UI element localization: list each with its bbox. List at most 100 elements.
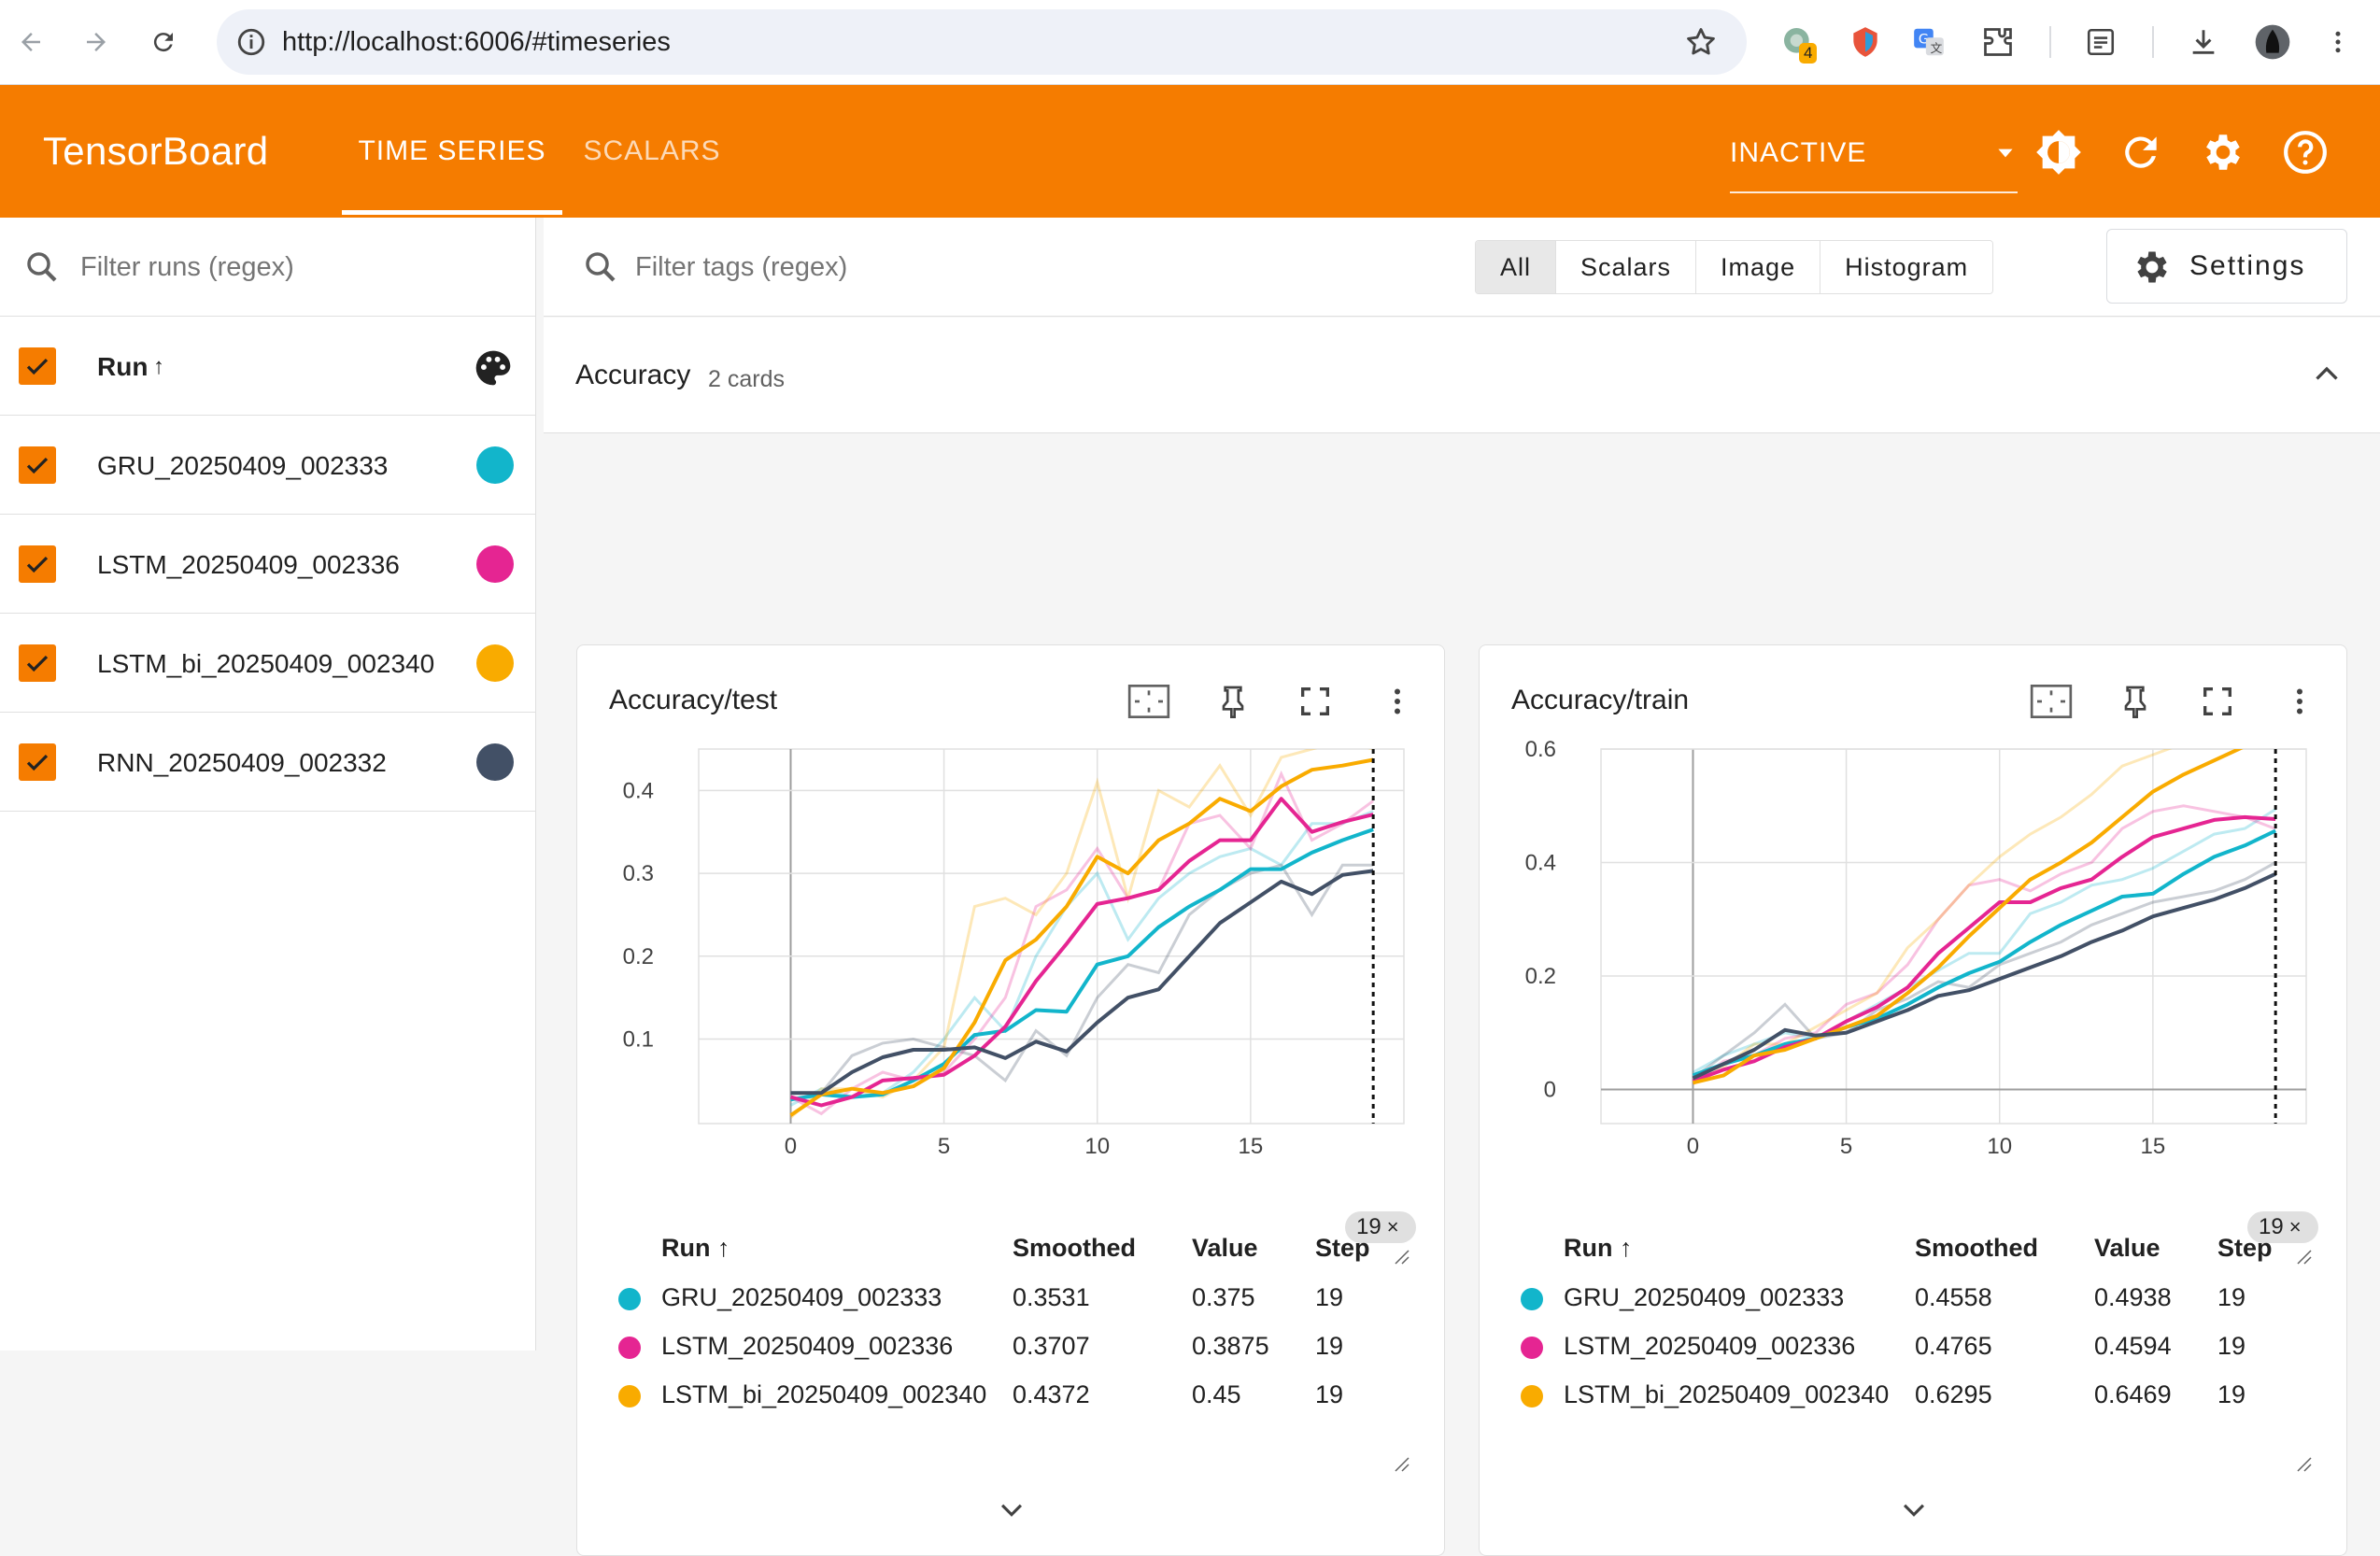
run-column-header[interactable]: Run <box>97 318 148 416</box>
resize-handle-icon[interactable] <box>2294 1454 2313 1473</box>
browser-menu-icon[interactable] <box>2315 19 2361 65</box>
tab-time-series[interactable]: TIME SERIES <box>342 85 562 218</box>
run-checkbox[interactable] <box>19 743 56 781</box>
extensions-puzzle-icon[interactable] <box>1975 19 2021 65</box>
resize-handle-icon[interactable] <box>2294 1247 2313 1266</box>
fit-domain-icon[interactable] <box>2027 677 2075 726</box>
legend-row: LSTM_bi_20250409_002340 0.4372 0.45 19 <box>577 1370 1446 1419</box>
fullscreen-icon[interactable] <box>1291 677 1339 726</box>
filter-all-button[interactable]: All <box>1476 241 1557 293</box>
plugin-select-value: INACTIVE <box>1730 137 1867 168</box>
extension-badge-icon[interactable]: 4 <box>1775 19 1821 65</box>
plugin-select-dropdown[interactable]: INACTIVE <box>1730 113 2018 193</box>
select-all-checkbox[interactable] <box>19 347 56 385</box>
legend-smoothed-value: 0.4372 <box>1013 1380 1090 1408</box>
site-info-icon[interactable] <box>235 26 267 58</box>
run-checkbox[interactable] <box>19 446 56 484</box>
url-text: http://localhost:6006/#timeseries <box>282 27 671 57</box>
close-icon[interactable]: × <box>1387 1215 1399 1238</box>
run-row[interactable]: LSTM_bi_20250409_002340 <box>0 615 536 713</box>
run-color-swatch[interactable] <box>476 743 514 781</box>
tab-scalars[interactable]: SCALARS <box>577 85 727 218</box>
shield-extension-icon[interactable] <box>1842 19 1889 65</box>
line-chart[interactable]: 0 5 10 15 0.1 0.2 0.3 0.4 <box>577 735 1446 1221</box>
more-options-icon[interactable] <box>2275 677 2324 726</box>
chevron-down-icon[interactable] <box>1891 1486 1937 1533</box>
card-title: Accuracy/test <box>609 685 778 715</box>
palette-icon[interactable] <box>473 347 514 393</box>
profile-avatar[interactable] <box>2249 19 2296 65</box>
group-card-count: 2 cards <box>708 366 785 392</box>
toolbar-divider <box>2152 26 2154 58</box>
legend-row: LSTM_bi_20250409_002340 0.6295 0.6469 19 <box>1480 1370 2348 1419</box>
legend-step-value: 19 <box>1315 1332 1344 1360</box>
address-bar[interactable]: http://localhost:6006/#timeseries <box>217 9 1747 75</box>
runs-sidebar: Filter runs (regex) Run ↑ GRU_20250409_0… <box>0 218 536 1351</box>
legend-run-name: LSTM_bi_20250409_002340 <box>1564 1380 1890 1408</box>
run-row[interactable]: LSTM_20250409_002336 <box>0 516 536 614</box>
fullscreen-icon[interactable] <box>2193 677 2242 726</box>
run-filter-input[interactable]: Filter runs (regex) <box>0 218 536 317</box>
card-group-header[interactable]: Accuracy 2 cards <box>544 318 2380 433</box>
pin-icon[interactable] <box>2111 677 2160 726</box>
main-content: Filter tags (regex) All Scalars Image Hi… <box>544 218 2380 1556</box>
runs-header-row: Run ↑ <box>0 318 536 416</box>
run-row[interactable]: GRU_20250409_002333 <box>0 417 536 515</box>
reload-page-icon[interactable] <box>140 19 187 65</box>
settings-gear-icon[interactable] <box>2197 126 2249 178</box>
run-checkbox[interactable] <box>19 644 56 682</box>
chevron-up-icon[interactable] <box>2303 351 2350 398</box>
x-tick-label: 5 <box>1840 1134 1852 1159</box>
legend-run-header[interactable]: Run ↑ <box>661 1224 730 1271</box>
fit-domain-icon[interactable] <box>1125 677 1173 726</box>
pin-icon[interactable] <box>1209 677 1257 726</box>
search-icon <box>581 248 620 291</box>
series-group <box>789 749 1375 1119</box>
legend-color-dot <box>618 1288 641 1310</box>
refresh-icon[interactable] <box>2115 126 2167 178</box>
run-color-swatch[interactable] <box>476 644 514 682</box>
filter-scalars-button[interactable]: Scalars <box>1556 241 1697 293</box>
more-options-icon[interactable] <box>1373 677 1422 726</box>
x-tick-label: 5 <box>938 1134 950 1159</box>
back-icon[interactable] <box>7 19 54 65</box>
filter-histogram-button[interactable]: Histogram <box>1820 241 1993 293</box>
settings-gear-icon <box>2132 247 2173 292</box>
x-tick-label: 0 <box>785 1134 797 1159</box>
close-icon[interactable]: × <box>2289 1215 2302 1238</box>
y-tick-label: 0.1 <box>623 1027 654 1053</box>
download-icon[interactable] <box>2180 19 2227 65</box>
tag-filter-bar: Filter tags (regex) All Scalars Image Hi… <box>544 218 2380 317</box>
legend-smoothed-header: Smoothed <box>1915 1234 2038 1262</box>
resize-handle-icon[interactable] <box>1392 1247 1410 1266</box>
browser-toolbar: http://localhost:6006/#timeseries 4 G文 <box>0 0 2380 85</box>
legend-run-name: LSTM_bi_20250409_002340 <box>661 1380 987 1408</box>
settings-button-label: Settings <box>2189 250 2306 281</box>
run-row[interactable]: RNN_20250409_002332 <box>0 714 536 812</box>
chevron-down-icon[interactable] <box>988 1486 1035 1533</box>
run-checkbox[interactable] <box>19 545 56 583</box>
legend-color-dot <box>1521 1288 1543 1310</box>
y-tick-label: 0.6 <box>1525 737 1556 762</box>
y-tick-label: 0.2 <box>623 944 654 969</box>
app-header: TensorBoard TIME SERIES SCALARS INACTIVE <box>0 85 2380 218</box>
legend-run-header[interactable]: Run ↑ <box>1564 1224 1633 1271</box>
line-chart[interactable]: 0 5 10 15 0 0.2 0.4 0.6 <box>1480 735 2348 1221</box>
theme-brightness-icon[interactable] <box>2033 126 2085 178</box>
run-color-swatch[interactable] <box>476 446 514 484</box>
forward-icon[interactable] <box>73 19 120 65</box>
legend-raw-value: 0.45 <box>1192 1380 1241 1408</box>
translate-extension-icon[interactable]: G文 <box>1905 19 1952 65</box>
bookmark-star-icon[interactable] <box>1683 24 1719 60</box>
help-icon[interactable] <box>2279 126 2331 178</box>
legend-color-dot <box>618 1385 641 1407</box>
active-tab-indicator <box>342 210 562 215</box>
legend-smoothed-header: Smoothed <box>1013 1234 1136 1262</box>
run-color-swatch[interactable] <box>476 545 514 583</box>
filter-image-button[interactable]: Image <box>1696 241 1821 293</box>
resize-handle-icon[interactable] <box>1392 1454 1410 1473</box>
tag-filter-input[interactable]: Filter tags (regex) <box>635 218 847 317</box>
reading-list-icon[interactable] <box>2077 19 2124 65</box>
smoothed-series-line <box>790 869 1374 1096</box>
settings-button[interactable]: Settings <box>2106 229 2347 304</box>
